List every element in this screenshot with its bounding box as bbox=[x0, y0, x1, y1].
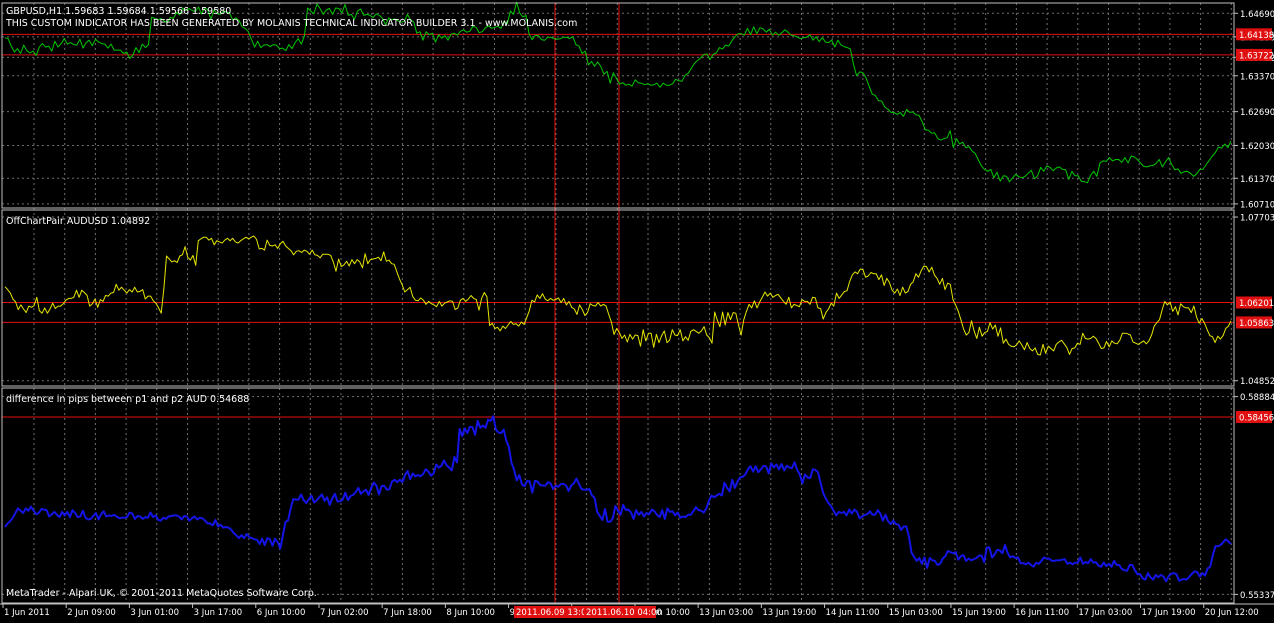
time-label: 6 Jun 10:00 bbox=[257, 608, 306, 618]
time-label: 15 Jun 19:00 bbox=[952, 608, 1006, 618]
time-label: 17 Jun 19:00 bbox=[1142, 608, 1196, 618]
price-label: 1.07703 bbox=[1240, 214, 1274, 224]
crosshair-time-label: 2011.06.09 13:00 bbox=[516, 608, 592, 618]
time-label: 8 Jun 10:00 bbox=[446, 608, 495, 618]
time-label: 13 Jun 19:00 bbox=[762, 608, 816, 618]
sub1-panel-title: OffChartPair AUDUSD 1.04892 bbox=[6, 216, 150, 227]
crosshair-time-label: 2011.06.10 04:00 bbox=[586, 608, 662, 618]
chart-canvas[interactable]: 1.646901.641301.637221.633701.626901.620… bbox=[0, 0, 1274, 619]
time-label: 2 Jun 09:00 bbox=[67, 608, 116, 618]
time-label: 1 Jun 2011 bbox=[4, 608, 50, 618]
time-label: 14 Jun 11:00 bbox=[826, 608, 880, 618]
price-label: 1.61370 bbox=[1240, 175, 1274, 185]
main-panel-subtitle: THIS CUSTOM INDICATOR HAS BEEN GENERATED… bbox=[5, 18, 577, 29]
time-label: 20 Jun 12:00 bbox=[1205, 608, 1259, 618]
price-label: 0.55337 bbox=[1240, 591, 1274, 601]
price-label: 1.63370 bbox=[1240, 72, 1274, 82]
price-label: 0.58884 bbox=[1240, 393, 1274, 403]
time-label: 7 Jun 02:00 bbox=[320, 608, 369, 618]
time-label: 16 Jun 11:00 bbox=[1015, 608, 1069, 618]
price-marker-label: 1.64138 bbox=[1239, 31, 1274, 41]
time-label: 3 Jun 01:00 bbox=[130, 608, 179, 618]
price-label: 1.04852 bbox=[1240, 377, 1274, 387]
price-label: 1.64690 bbox=[1240, 10, 1274, 20]
price-marker-label: 1.05863 bbox=[1239, 319, 1274, 329]
sub2-panel-title: difference in pips between p1 and p2 AUD… bbox=[6, 394, 249, 405]
copyright-text: MetaTrader - Alpari UK, © 2001-2011 Meta… bbox=[6, 588, 317, 599]
price-marker-label: 0.58456 bbox=[1239, 413, 1274, 423]
time-label: 7 Jun 18:00 bbox=[383, 608, 432, 618]
main-panel-title: GBPUSD,H1 1.59683 1.59684 1.59566 1.5958… bbox=[6, 6, 231, 17]
price-marker-label: 1.63722 bbox=[1239, 51, 1274, 61]
price-marker-label: 1.06201 bbox=[1239, 299, 1274, 309]
price-label: 1.62690 bbox=[1240, 108, 1274, 118]
time-label: 17 Jun 03:00 bbox=[1078, 608, 1132, 618]
price-label: 1.62030 bbox=[1240, 142, 1274, 152]
time-label: 13 Jun 03:00 bbox=[699, 608, 753, 618]
terminal-chart-window[interactable]: 1.646901.641301.637221.633701.626901.620… bbox=[0, 0, 1274, 619]
time-label: 3 Jun 17:00 bbox=[194, 608, 243, 618]
time-label: 15 Jun 03:00 bbox=[889, 608, 943, 618]
price-label: 1.60710 bbox=[1240, 200, 1274, 210]
